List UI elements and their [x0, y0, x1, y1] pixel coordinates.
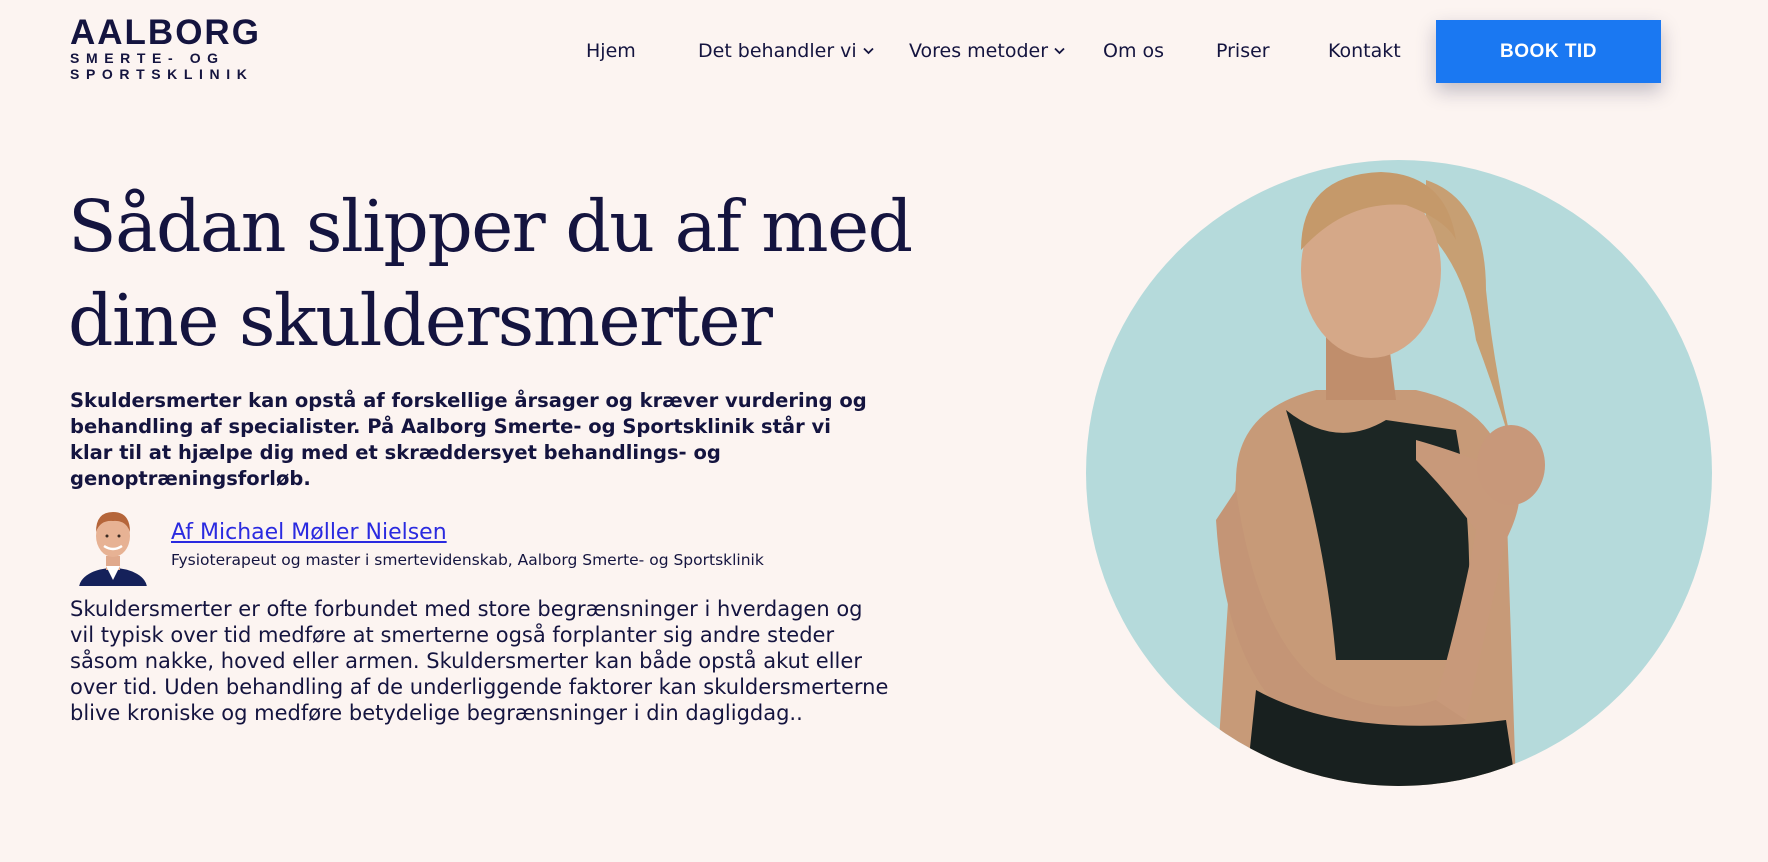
author-role: Fysioterapeut og master i smertevidenska…	[171, 551, 764, 569]
nav-item-label: Om os	[1103, 40, 1165, 62]
author-avatar	[79, 512, 147, 586]
nav-item-label: Kontakt	[1328, 40, 1401, 62]
nav-item-label: Hjem	[586, 40, 636, 62]
page: AALBORG SMERTE- OG SPORTSKLINIK Hjem Det…	[0, 0, 1768, 862]
nav-item-label: Priser	[1216, 40, 1270, 62]
nav-item-hjem[interactable]: Hjem	[586, 40, 636, 62]
nav-item-priser[interactable]: Priser	[1216, 40, 1270, 62]
intro-paragraph: Skuldersmerter er ofte forbundet med sto…	[70, 597, 889, 725]
nav-item-det-behandler-vi[interactable]: Det behandler vi	[698, 40, 874, 62]
author-link[interactable]: Af Michael Møller Nielsen	[171, 520, 447, 545]
chevron-down-icon	[1054, 47, 1065, 55]
lead-paragraph: Skuldersmerter kan opstå af forskellige …	[70, 389, 867, 490]
nav-item-vores-metoder[interactable]: Vores metoder	[909, 40, 1065, 62]
woman-photo	[1086, 160, 1712, 786]
nav-item-label: Vores metoder	[909, 40, 1049, 62]
chevron-down-icon	[863, 47, 874, 55]
title-line-1: Sådan slipper du af med	[68, 185, 913, 268]
nav-item-om-os[interactable]: Om os	[1103, 40, 1164, 62]
nav-item-label: Det behandler vi	[698, 40, 857, 62]
book-tid-button[interactable]: BOOK TID	[1436, 20, 1661, 83]
main-nav: Hjem Det behandler vi Vores metoder Om o…	[0, 0, 1768, 102]
title-line-2: dine skuldersmerter	[68, 279, 773, 362]
page-title: Sådan slipper du af med dine skuldersmer…	[68, 180, 928, 368]
nav-item-kontakt[interactable]: Kontakt	[1328, 40, 1401, 62]
